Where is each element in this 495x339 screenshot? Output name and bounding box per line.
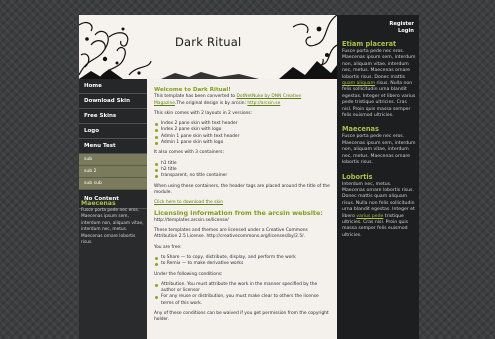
list-item: For any reuse or distribution, you must … [154,294,330,307]
download-skin-link[interactable]: Click here to download the skin [154,200,223,205]
site-title: Dark Ritual [175,35,242,49]
intro-text: This template has been converted to [154,94,237,100]
auth-links: Register Login [389,21,414,36]
list-item: transparent, no title container [154,173,330,179]
right-box-text-maecenas: Fusce porta pede nec eros. Maecenas ipsu… [342,134,416,166]
left-box-title: Maecenas [81,200,116,207]
nav-subitem-sub-2[interactable]: sub 2 [79,166,147,178]
quam-aliquam-link[interactable]: quam aliquam [342,81,375,86]
intro-paragraph: This template has been converted to DotN… [154,94,330,107]
varius-pede-link[interactable]: varius pede [356,214,383,219]
usage-text: When using these containers, the header … [154,183,330,195]
left-box-text: Fusce porta pede nec eros. Maecenas ipsu… [81,208,144,246]
nav-subitem-sub[interactable]: sub [79,154,147,166]
list-item: Admin 1 pane skin with logo [154,140,330,146]
nav-item-home[interactable]: Home [79,79,147,94]
list-item: to Remix — to make derivative works [154,261,330,267]
free-text: You are free: [154,244,182,250]
register-link[interactable]: Register [389,21,414,28]
right-box-text-lobortis: Interdum nec, metus. Maecenas ornare lob… [342,182,416,240]
containers-text: It also comes with 3 containers: [154,150,224,156]
right-text: Fusce porta pede nec eros. Maecenas ipsu… [342,49,416,80]
right-sidebar: Etiam placerat Fusce porta pede nec eros… [342,40,416,245]
free-list: to Share — to copy, distribute, display,… [154,255,330,268]
license-text: These templates and themes are licensed … [154,228,308,240]
license-url: http://templates.arcsin.se/license/ [154,217,229,223]
left-sidebar-box: Maecenas Fusce porta pede nec eros. Maec… [81,200,145,246]
conditions-text: Under the following conditions: [154,271,223,277]
right-text: risus. Nulla non felis sollicitudin urna… [342,81,416,119]
nav-subitem-sub-sub[interactable]: sub sub [79,178,147,190]
arcsin-link[interactable]: http://arcsin.se [247,101,280,106]
conditions-list: Attribution. You must attribute the work… [154,282,330,307]
license-heading: Licensing information from the arcsin we… [154,209,323,218]
right-box-title-lobortis: Lobortis [342,172,373,181]
nav-item-menu-test[interactable]: Menu Test [79,139,147,154]
main-content: Welcome to Dark Ritual! This template ha… [147,79,337,339]
main-navigation: Home Download Skin Free Skins Logo Menu … [79,79,147,209]
nav-item-logo[interactable]: Logo [79,124,147,139]
list-item: Attribution. You must attribute the work… [154,282,330,295]
site-header: Dark Ritual [79,15,337,79]
login-link[interactable]: Login [389,28,414,35]
layouts-text: This skin comes with 2 layouts in 2 vers… [154,110,253,116]
intro-text-2: .The original design is by arcsin: [174,100,248,106]
layouts-list: Index 2 pane skin with text header Index… [154,121,330,146]
containers-list: h1 title h2 title transparent, no title … [154,161,330,180]
right-box-text-etiam: Fusce porta pede nec eros. Maecenas ipsu… [342,49,416,119]
content-title: Welcome to Dark Ritual! [154,87,231,93]
waive-text: Any of these conditions can be waived if… [154,311,329,323]
nav-item-free-skins[interactable]: Free Skins [79,109,147,124]
right-box-title-etiam: Etiam placerat [342,40,397,48]
right-box-title-maecenas: Maecenas [342,125,379,134]
nav-item-download-skin[interactable]: Download Skin [79,94,147,109]
